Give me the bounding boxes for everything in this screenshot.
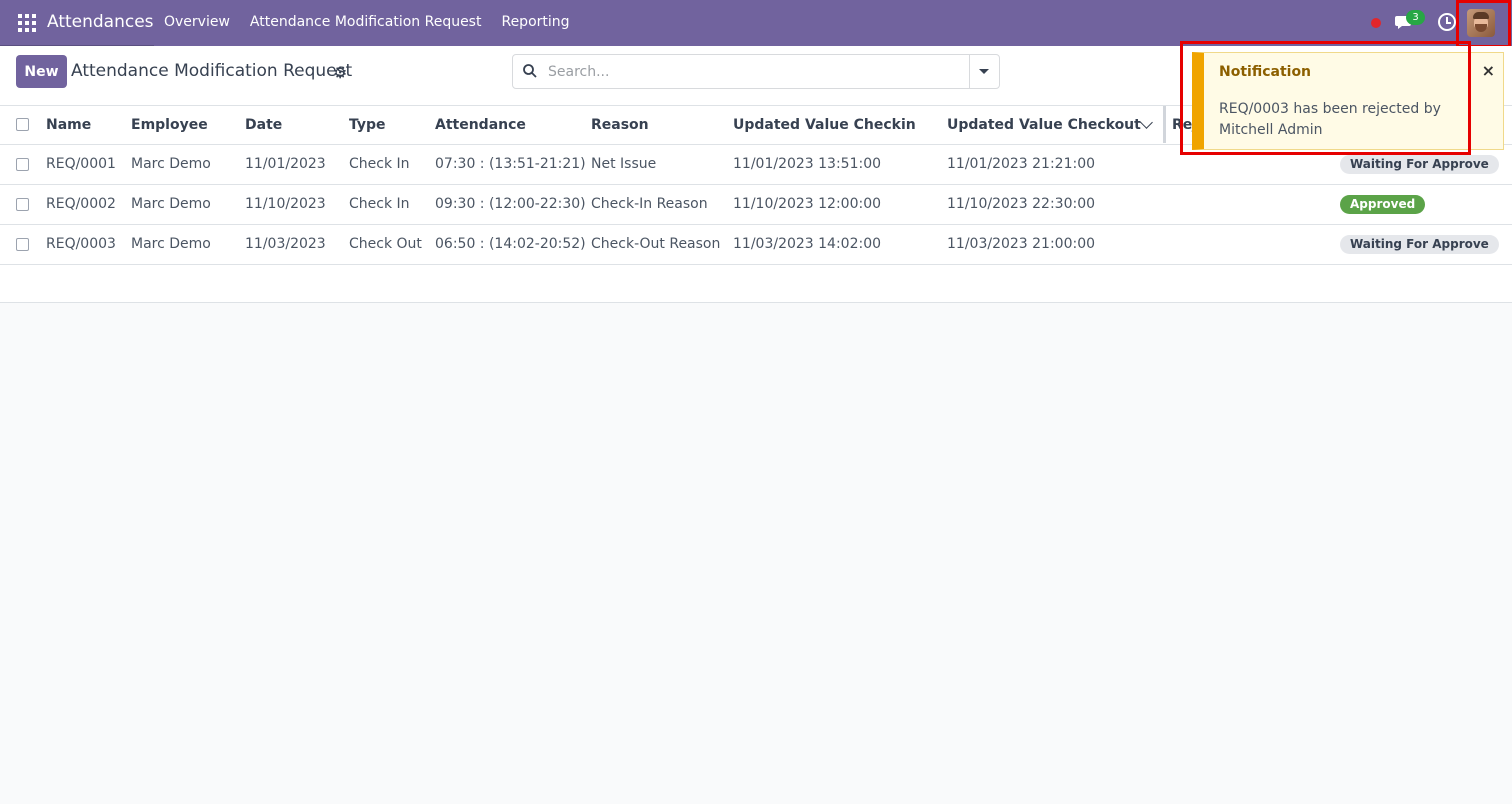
- cell-date: 11/10/2023: [245, 196, 326, 212]
- cell-status: Waiting For Approve: [1340, 224, 1512, 264]
- column-header-type[interactable]: Type: [349, 106, 435, 144]
- cell-attendance: 09:30 : (12:00-22:30): [435, 196, 586, 212]
- row-checkbox[interactable]: [16, 237, 29, 251]
- cell-updated-checkin: 11/03/2023 14:02:00: [733, 236, 882, 252]
- cell-status: Approved: [1340, 184, 1512, 224]
- status-badge: Waiting For Approve: [1340, 154, 1499, 174]
- recording-status-icon[interactable]: [1371, 18, 1381, 28]
- search-bar: [512, 54, 1000, 89]
- search-icon: [523, 64, 537, 78]
- top-navbar: Attendances Overview Attendance Modifica…: [0, 0, 1512, 46]
- cell-attendance: 06:50 : (14:02-20:52): [435, 236, 586, 252]
- column-header-employee[interactable]: Employee: [131, 106, 245, 144]
- column-header-updated-checkout[interactable]: Updated Value Checkout: [947, 106, 1172, 144]
- page-title: Attendance Modification Request: [71, 61, 353, 81]
- cell-reason: Net Issue: [591, 156, 657, 172]
- close-icon[interactable]: ×: [1482, 61, 1495, 80]
- cell-date: 11/01/2023: [245, 156, 326, 172]
- status-badge: Waiting For Approve: [1340, 234, 1499, 254]
- row-select-cell: [0, 224, 46, 264]
- gear-icon[interactable]: ⚙: [333, 63, 347, 82]
- menu-item-overview[interactable]: Overview: [164, 14, 230, 30]
- main-menu: Overview Attendance Modification Request…: [164, 14, 570, 30]
- status-badge: Approved: [1340, 194, 1426, 214]
- cell-employee: Marc Demo: [131, 236, 211, 252]
- cell-reason: Check-Out Reason: [591, 236, 721, 252]
- row-checkbox[interactable]: [16, 197, 29, 211]
- cell-updated-checkout: 11/03/2023 21:00:00: [947, 236, 1096, 252]
- cell-type: Check In: [349, 196, 410, 212]
- menu-item-attendance-modification-request[interactable]: Attendance Modification Request: [250, 14, 482, 30]
- chat-count-badge: 3: [1406, 10, 1425, 25]
- column-header-updated-checkin[interactable]: Updated Value Checkin: [733, 106, 947, 144]
- table-row[interactable]: REQ/0002 Marc Demo 11/10/2023 Check In 0…: [0, 184, 1512, 224]
- cell-updated-checkin: 11/10/2023 12:00:00: [733, 196, 882, 212]
- search-options-toggle[interactable]: [969, 55, 999, 88]
- app-name[interactable]: Attendances: [47, 12, 154, 32]
- column-header-date[interactable]: Date: [245, 106, 349, 144]
- search-input[interactable]: [548, 62, 968, 82]
- cell-updated-checkout: 11/10/2023 22:30:00: [947, 196, 1096, 212]
- cell-name: REQ/0001: [46, 156, 116, 172]
- cell-date: 11/03/2023: [245, 236, 326, 252]
- select-all-checkbox[interactable]: [16, 118, 29, 132]
- cell-reason: Check-In Reason: [591, 196, 708, 212]
- column-header-reason[interactable]: Reason: [591, 106, 733, 144]
- cell-attendance: 07:30 : (13:51-21:21): [435, 156, 586, 172]
- app-grid-icon[interactable]: [18, 14, 36, 32]
- table-row[interactable]: REQ/0003 Marc Demo 11/03/2023 Check Out …: [0, 224, 1512, 264]
- table-empty-row: [0, 264, 1512, 302]
- cell-rejected: [1172, 224, 1340, 264]
- cell-type: Check In: [349, 156, 410, 172]
- cell-type: Check Out: [349, 236, 422, 252]
- row-checkbox[interactable]: [16, 157, 29, 171]
- cell-updated-checkin: 11/01/2023 13:51:00: [733, 156, 882, 172]
- column-resize-handle[interactable]: [1163, 106, 1166, 143]
- cell-name: REQ/0002: [46, 196, 116, 212]
- row-select-cell: [0, 144, 46, 184]
- notification-highlight-box: [1180, 41, 1471, 155]
- cell-rejected: [1172, 184, 1340, 224]
- cell-updated-checkout: 11/01/2023 21:21:00: [947, 156, 1096, 172]
- column-header-attendance[interactable]: Attendance: [435, 106, 591, 144]
- column-header-name[interactable]: Name: [46, 106, 131, 144]
- cell-employee: Marc Demo: [131, 196, 211, 212]
- cell-name: REQ/0003: [46, 236, 116, 252]
- cell-employee: Marc Demo: [131, 156, 211, 172]
- select-all-cell: [0, 106, 46, 144]
- activity-clock-icon[interactable]: [1438, 13, 1456, 31]
- menu-item-reporting[interactable]: Reporting: [501, 14, 569, 30]
- row-select-cell: [0, 184, 46, 224]
- new-button[interactable]: New: [16, 55, 67, 88]
